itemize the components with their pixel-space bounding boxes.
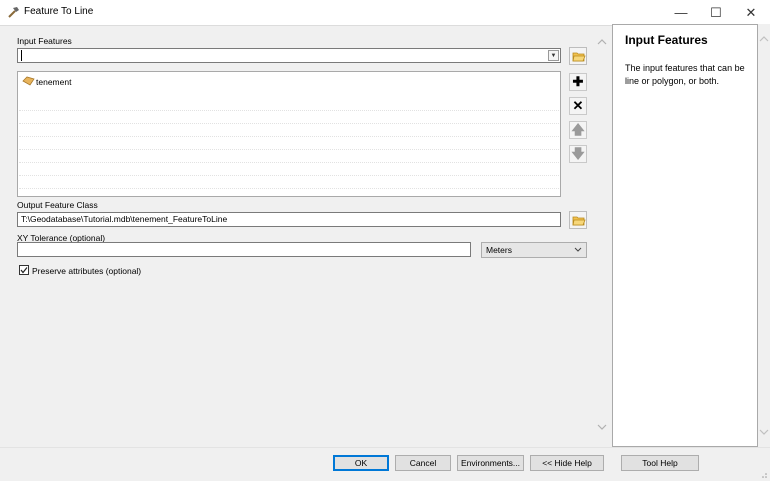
open-folder-icon xyxy=(572,52,586,62)
xy-tolerance-unit-select[interactable]: Meters xyxy=(481,242,587,258)
close-icon: ✕ xyxy=(572,98,584,113)
help-scrollbar[interactable] xyxy=(758,24,770,447)
preserve-attributes-label: Preserve attributes (optional) xyxy=(32,266,142,276)
browse-input-button[interactable] xyxy=(569,47,587,65)
browse-output-button[interactable] xyxy=(569,211,587,229)
environments-button[interactable]: Environments... xyxy=(457,455,524,471)
output-feature-class-field[interactable]: T:\Geodatabase\Tutorial.mdb\tenement_Fea… xyxy=(17,212,561,227)
xy-tolerance-field[interactable] xyxy=(17,242,471,257)
help-text: The input features that can be line or p… xyxy=(625,63,745,86)
chevron-up-icon[interactable] xyxy=(759,34,769,44)
list-row-empty xyxy=(19,163,559,176)
close-button[interactable]: ✕ xyxy=(734,0,768,25)
list-item[interactable]: tenement xyxy=(19,74,559,90)
chevron-down-icon[interactable] xyxy=(759,427,769,437)
title-bar xyxy=(0,0,770,26)
ok-button[interactable]: OK xyxy=(333,455,389,471)
help-title: Input Features xyxy=(625,33,708,47)
list-row-empty xyxy=(19,150,559,163)
open-folder-icon xyxy=(572,216,586,226)
list-row-empty xyxy=(19,176,559,189)
output-feature-class-label: Output Feature Class xyxy=(17,200,98,210)
chevron-down-icon[interactable] xyxy=(593,419,610,436)
text-caret xyxy=(21,50,22,61)
chevron-down-icon xyxy=(574,243,582,261)
polygon-layer-icon xyxy=(22,76,35,88)
list-row-empty xyxy=(19,137,559,150)
help-pane: Input Features The input features that c… xyxy=(612,24,758,447)
window-title: Feature To Line xyxy=(24,6,94,17)
checkmark-icon xyxy=(20,267,28,274)
list-row-empty xyxy=(19,98,559,111)
minimize-button[interactable]: — xyxy=(664,0,698,25)
add-button[interactable]: ✚ xyxy=(569,73,587,91)
chevron-down-icon[interactable]: ▼ xyxy=(548,50,559,61)
unit-select-value: Meters xyxy=(486,245,512,255)
remove-button[interactable]: ✕ xyxy=(569,97,587,115)
move-up-button[interactable]: 🡅 xyxy=(569,121,587,139)
move-down-button[interactable]: 🡇 xyxy=(569,145,587,163)
main-scrollbar[interactable] xyxy=(593,30,610,440)
list-row-empty xyxy=(19,124,559,137)
preserve-attributes-checkbox[interactable] xyxy=(19,265,29,275)
hide-help-button[interactable]: << Hide Help xyxy=(530,455,604,471)
resize-grip[interactable] xyxy=(758,469,768,479)
arrow-down-icon: 🡇 xyxy=(571,146,585,161)
input-features-label: Input Features xyxy=(17,36,72,46)
input-features-combo[interactable]: ▼ xyxy=(17,48,561,63)
hammer-icon xyxy=(7,5,21,19)
arrow-up-icon: 🡅 xyxy=(571,122,585,137)
input-features-list[interactable]: tenement xyxy=(17,71,561,197)
tool-help-button[interactable]: Tool Help xyxy=(621,455,699,471)
cancel-button[interactable]: Cancel xyxy=(395,455,451,471)
maximize-button[interactable]: ☐ xyxy=(699,0,733,25)
bottom-divider xyxy=(0,447,770,448)
list-item-label: tenement xyxy=(36,77,72,87)
plus-icon: ✚ xyxy=(572,74,584,89)
chevron-up-icon[interactable] xyxy=(593,34,610,51)
list-row-empty xyxy=(19,111,559,124)
